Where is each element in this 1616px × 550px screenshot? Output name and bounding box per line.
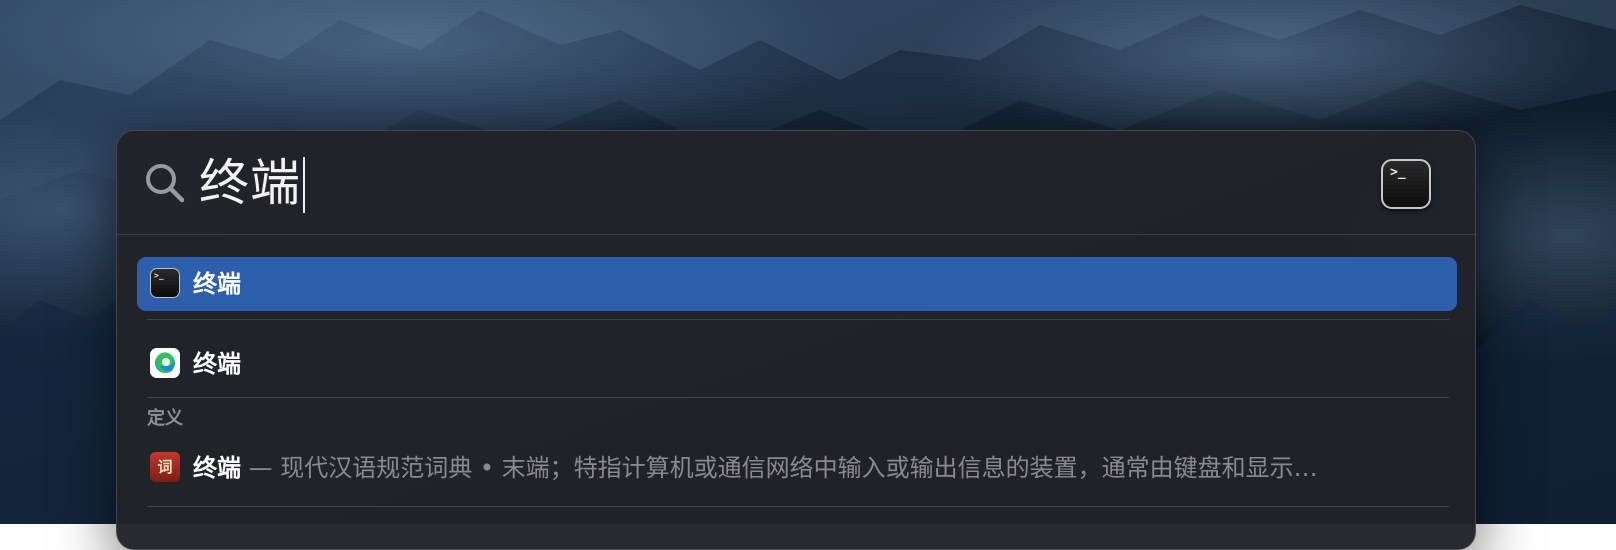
search-icon bbox=[143, 161, 187, 205]
result-label: 终端 bbox=[193, 269, 241, 299]
definition-term: 终端 bbox=[193, 454, 241, 482]
spotlight-panel: 终端 >_ >_ 终端 终端 定义 词 终端 — 现代汉语规范词典 • 末端；特… bbox=[116, 130, 1476, 550]
text-caret bbox=[303, 157, 305, 213]
result-row-terminal-app[interactable]: >_ 终端 bbox=[137, 257, 1457, 311]
definition-text: 终端 — 现代汉语规范词典 • 末端；特指计算机或通信网络中输入或输出信息的装置… bbox=[193, 453, 1433, 483]
search-bar[interactable]: 终端 >_ bbox=[117, 131, 1475, 235]
edge-browser-icon bbox=[150, 348, 180, 378]
result-row-edge[interactable]: 终端 bbox=[137, 337, 1457, 391]
divider bbox=[147, 397, 1449, 398]
result-label: 终端 bbox=[193, 349, 241, 379]
terminal-icon: >_ bbox=[150, 268, 180, 298]
definition-body: 末端；特指计算机或通信网络中输入或输出信息的装置，通常由键盘和显示… bbox=[502, 454, 1318, 482]
definition-source: 现代汉语规范词典 bbox=[280, 454, 472, 482]
section-title-definitions: 定义 bbox=[147, 404, 183, 430]
divider bbox=[147, 506, 1449, 507]
terminal-preview-icon: >_ bbox=[1381, 159, 1431, 209]
search-query-text: 终端 bbox=[199, 154, 301, 212]
search-input[interactable]: 终端 bbox=[199, 153, 305, 213]
dictionary-icon: 词 bbox=[150, 452, 180, 482]
divider bbox=[147, 319, 1449, 320]
result-row-definition[interactable]: 词 终端 — 现代汉语规范词典 • 末端；特指计算机或通信网络中输入或输出信息的… bbox=[137, 441, 1457, 495]
